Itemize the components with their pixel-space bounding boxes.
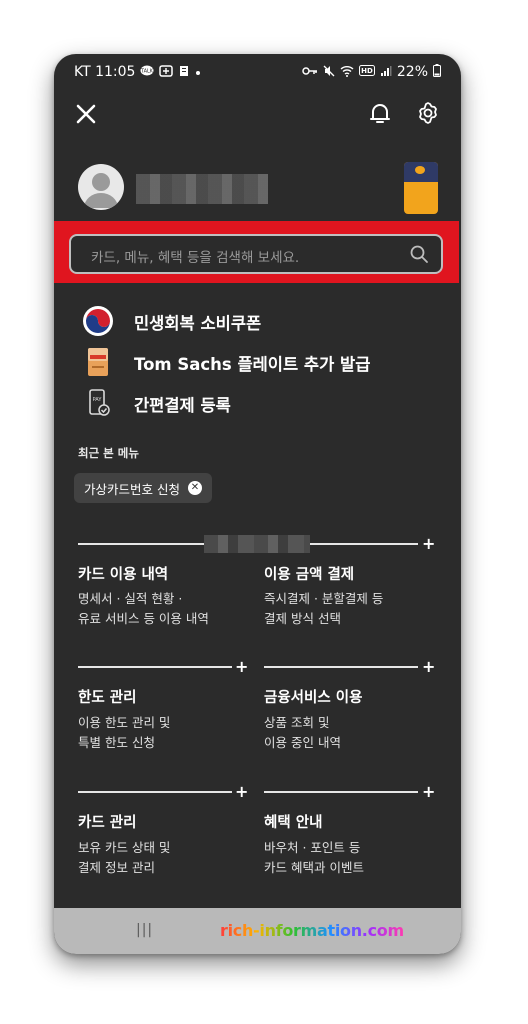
notification-button[interactable] bbox=[367, 100, 393, 126]
section-divider bbox=[78, 543, 204, 545]
menu-payment-desc-2: 결제 방식 선택 bbox=[264, 611, 341, 626]
bell-icon bbox=[370, 104, 390, 123]
close-icon bbox=[76, 104, 96, 124]
menu-card-manage-title[interactable]: 카드 관리 bbox=[78, 811, 136, 832]
chip-label: 가상카드번호 신청 bbox=[84, 481, 180, 497]
section-divider bbox=[78, 791, 232, 793]
gear-icon bbox=[419, 102, 437, 124]
more-dot-icon bbox=[195, 66, 201, 79]
menu-card-manage-desc-2: 결제 정보 관리 bbox=[78, 860, 155, 875]
status-bar: KT 11:05 TALK HD 22% bbox=[54, 54, 461, 90]
section-divider bbox=[78, 666, 232, 668]
expand-plus-icon[interactable]: + bbox=[235, 659, 248, 675]
expand-plus-icon[interactable]: + bbox=[422, 784, 435, 800]
svg-text:PAY: PAY bbox=[93, 397, 103, 403]
recent-menu-chip[interactable]: 가상카드번호 신청 ✕ bbox=[74, 473, 212, 503]
signal-icon bbox=[380, 65, 392, 80]
search-icon bbox=[410, 245, 428, 263]
settings-button[interactable] bbox=[415, 100, 441, 126]
korea-emblem-icon bbox=[83, 306, 113, 336]
search-placeholder: 카드, 메뉴, 혜택 등을 검색해 보세요. bbox=[91, 250, 300, 266]
talk-notification-icon: TALK bbox=[140, 65, 154, 80]
section-label-redacted bbox=[204, 535, 310, 553]
quick-link-consumption-coupon[interactable]: 민생회복 소비쿠폰 bbox=[82, 302, 422, 343]
menu-benefits-title[interactable]: 혜택 안내 bbox=[264, 811, 322, 832]
section-divider bbox=[264, 666, 418, 668]
quick-link-tom-sachs-plate[interactable]: Tom Sachs 플레이트 추가 발급 bbox=[82, 343, 422, 384]
quick-link-easy-pay[interactable]: PAY 간편결제 등록 bbox=[82, 384, 422, 425]
profile-header bbox=[78, 162, 438, 214]
menu-finance-title[interactable]: 금융서비스 이용 bbox=[264, 686, 362, 707]
mute-icon bbox=[323, 65, 335, 80]
hd-voice-icon: HD bbox=[358, 65, 375, 79]
svg-text:TALK: TALK bbox=[140, 68, 154, 74]
quick-link-label: 민생회복 소비쿠폰 bbox=[134, 314, 262, 333]
menu-card-usage-desc-2: 유료 서비스 등 이용 내역 bbox=[78, 611, 209, 626]
menu-payment-desc-1: 즉시결제 · 분할결제 등 bbox=[264, 591, 384, 606]
menu-benefits-desc-2: 카드 혜택과 이벤트 bbox=[264, 860, 364, 875]
section-divider bbox=[264, 791, 418, 793]
menu-card-usage-desc-1: 명세서 · 실적 현황 · bbox=[78, 591, 183, 606]
app-notification-icon bbox=[159, 64, 174, 80]
recent-menu-title: 최근 본 메뉴 bbox=[78, 446, 139, 460]
menu-limit-desc-2: 특별 한도 신청 bbox=[78, 735, 155, 750]
pay-phone-icon: PAY bbox=[89, 389, 110, 416]
quick-link-label: Tom Sachs 플레이트 추가 발급 bbox=[134, 355, 371, 374]
menu-benefits-desc-1: 바우처 · 포인트 등 bbox=[264, 840, 361, 855]
menu-limit-desc-1: 이용 한도 관리 및 bbox=[78, 715, 171, 730]
battery-level: 22% bbox=[396, 64, 428, 80]
top-bar bbox=[54, 100, 461, 130]
user-avatar-icon bbox=[84, 173, 118, 208]
close-button[interactable] bbox=[74, 102, 98, 126]
quick-links: 민생회복 소비쿠폰 Tom Sachs 플레이트 추가 발급 PAY 간편결제 … bbox=[82, 302, 422, 425]
menu-limit-title[interactable]: 한도 관리 bbox=[78, 686, 136, 707]
svg-text:HD: HD bbox=[361, 67, 373, 75]
document-notification-icon bbox=[178, 65, 190, 80]
watermark-text: rich-information.com bbox=[220, 921, 404, 940]
phone-screen: KT 11:05 TALK HD 22% 카드, 메뉴, 혜택 등을 검색해 보… bbox=[54, 54, 461, 954]
wifi-icon bbox=[340, 65, 354, 80]
battery-icon bbox=[433, 64, 441, 80]
expand-plus-icon[interactable]: + bbox=[422, 536, 435, 552]
card-plate-icon bbox=[88, 348, 108, 376]
section-divider bbox=[310, 543, 418, 545]
card-thumbnail[interactable] bbox=[404, 162, 438, 214]
recents-button[interactable]: ||| bbox=[136, 922, 153, 938]
expand-plus-icon[interactable]: + bbox=[422, 659, 435, 675]
menu-finance-desc-2: 이용 중인 내역 bbox=[264, 735, 341, 750]
close-icon[interactable]: ✕ bbox=[187, 481, 202, 495]
menu-finance-desc-1: 상품 조회 및 bbox=[264, 715, 330, 730]
expand-plus-icon[interactable]: + bbox=[235, 784, 248, 800]
key-icon bbox=[302, 66, 318, 79]
card-logo-icon bbox=[415, 166, 425, 174]
menu-card-manage-desc-1: 보유 카드 상태 및 bbox=[78, 840, 171, 855]
avatar[interactable] bbox=[78, 164, 124, 210]
user-name-redacted bbox=[136, 174, 268, 204]
quick-link-label: 간편결제 등록 bbox=[134, 396, 231, 415]
menu-payment-title[interactable]: 이용 금액 결제 bbox=[264, 563, 354, 584]
carrier-time: KT 11:05 bbox=[74, 64, 136, 80]
menu-card-usage-title[interactable]: 카드 이용 내역 bbox=[78, 563, 168, 584]
search-input[interactable]: 카드, 메뉴, 혜택 등을 검색해 보세요. bbox=[69, 234, 443, 274]
system-navigation-bar: ||| rich-information.com bbox=[54, 908, 461, 954]
